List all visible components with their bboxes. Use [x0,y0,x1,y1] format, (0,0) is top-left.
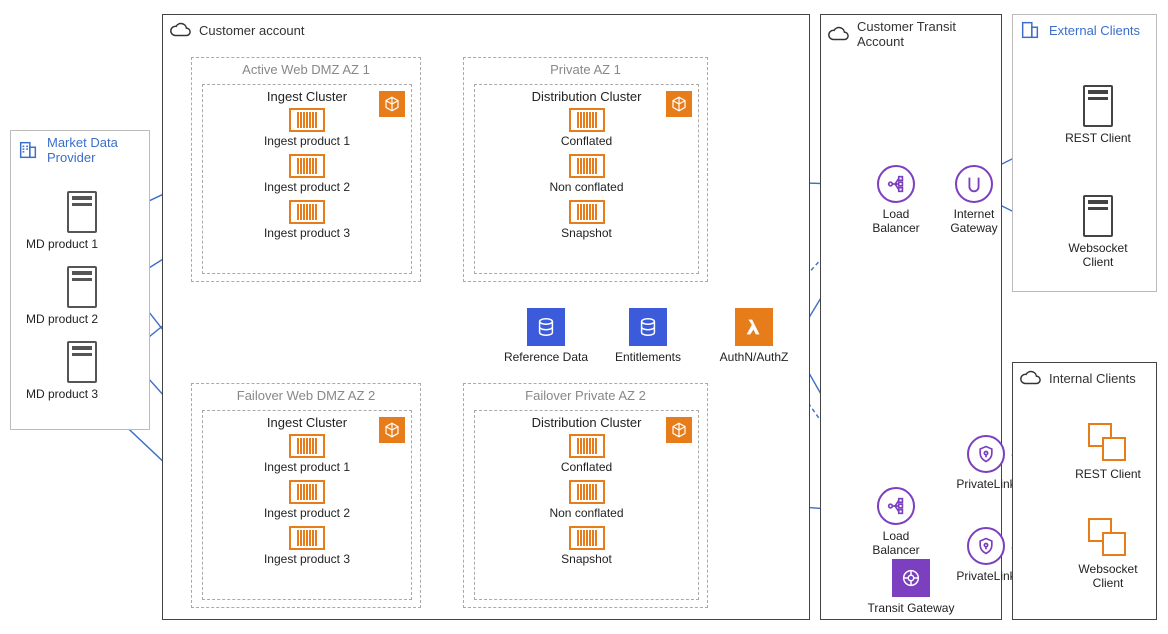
database-icon [629,308,667,346]
market-data-provider-container: Market Data Provider MD product 1 MD pro… [10,130,150,430]
office-icon [17,139,39,161]
container-service-icon [666,91,692,117]
server-icon [1083,85,1113,127]
container-service-icon [379,417,405,443]
office-icon [1019,19,1041,41]
external-clients-header: External Clients [1013,15,1156,45]
distribution-cluster-az1-title: Distribution Cluster [475,85,698,106]
server-icon [67,341,97,383]
conflated-az2: Conflated [475,434,698,474]
internal-clients-header: Internal Clients [1013,363,1156,393]
reference-data-node: Reference Data [501,308,591,364]
transit-account-container: Customer Transit Account Load Balancer I… [820,14,1002,620]
multi-instance-icon [1088,423,1128,463]
ingest-product-3-az2: Ingest product 3 [203,526,411,566]
md-product-1: MD product 1 [66,191,98,251]
cloud-icon [1019,367,1041,389]
authnz-node: AuthN/AuthZ [709,308,799,364]
server-icon [67,266,97,308]
load-balancer-icon [877,487,915,525]
container-service-icon [666,417,692,443]
container-icon [289,526,325,550]
distribution-cluster-az2-title: Distribution Cluster [475,411,698,432]
customer-account-header: Customer account [163,15,809,45]
ingest-product-3-az1: Ingest product 3 [203,200,411,240]
internet-gateway: Internet Gateway [939,165,1009,236]
external-clients-container: External Clients REST Client Websocket C… [1012,14,1157,292]
internal-clients-container: Internal Clients REST Client Websocket C… [1012,362,1157,620]
external-clients-title: External Clients [1049,23,1140,38]
internet-gateway-icon [955,165,993,203]
md-product-3-label: MD product 3 [26,387,98,401]
internal-ws-client: Websocket Client [1068,518,1148,591]
conflated-az1: Conflated [475,108,698,148]
container-icon [289,434,325,458]
external-ws-client: Websocket Client [1063,195,1133,270]
distribution-cluster-az1: Distribution Cluster Conflated Non confl… [474,84,699,274]
md-product-2: MD product 2 [66,266,98,326]
customer-account-title: Customer account [199,23,305,38]
container-icon [569,108,605,132]
distribution-cluster-az2: Distribution Cluster Conflated Non confl… [474,410,699,600]
transit-gateway: Transit Gateway [861,559,961,615]
privatelink-2: PrivateLink [951,527,1021,583]
container-icon [289,154,325,178]
ingest-cluster-az1: Ingest Cluster Ingest product 1 Ingest p… [202,84,412,274]
az2-priv-title: Failover Private AZ 2 [464,384,707,407]
external-rest-client: REST Client [1063,85,1133,145]
container-icon [569,200,605,224]
multi-instance-icon [1088,518,1128,558]
md-product-3: MD product 3 [66,341,98,401]
container-icon [289,480,325,504]
load-balancer-1: Load Balancer [861,165,931,236]
az2-priv-container: Failover Private AZ 2 Distribution Clust… [463,383,708,608]
snapshot-az1: Snapshot [475,200,698,240]
server-icon [1083,195,1113,237]
server-icon [67,191,97,233]
az1-web-title: Active Web DMZ AZ 1 [192,58,420,81]
privatelink-icon [967,435,1005,473]
market-data-provider-header: Market Data Provider [11,131,149,169]
ingest-cluster-az2: Ingest Cluster Ingest product 1 Ingest p… [202,410,412,600]
container-service-icon [379,91,405,117]
az1-web-container: Active Web DMZ AZ 1 Ingest Cluster Inges… [191,57,421,282]
container-icon [569,480,605,504]
container-icon [569,526,605,550]
md-product-2-label: MD product 2 [26,312,98,326]
az2-web-title: Failover Web DMZ AZ 2 [192,384,420,407]
internal-rest-client: REST Client [1068,423,1148,481]
az1-priv-title: Private AZ 1 [464,58,707,81]
database-icon [527,308,565,346]
az1-priv-container: Private AZ 1 Distribution Cluster Confla… [463,57,708,282]
load-balancer-icon [877,165,915,203]
internal-clients-title: Internal Clients [1049,371,1136,386]
cloud-icon [827,23,849,45]
lambda-icon [735,308,773,346]
container-icon [569,434,605,458]
transit-gateway-icon [892,559,930,597]
cloud-icon [169,19,191,41]
customer-account-container: Customer account Active Web DMZ AZ 1 Ing… [162,14,810,620]
container-icon [289,200,325,224]
market-data-provider-title: Market Data Provider [47,135,143,165]
md-product-1-label: MD product 1 [26,237,98,251]
entitlements-node: Entitlements [608,308,688,364]
non-conflated-az2: Non conflated [475,480,698,520]
ingest-product-2-az2: Ingest product 2 [203,480,411,520]
load-balancer-2: Load Balancer [861,487,931,558]
transit-account-header: Customer Transit Account [821,15,1001,53]
container-icon [289,108,325,132]
snapshot-az2: Snapshot [475,526,698,566]
transit-account-title: Customer Transit Account [857,19,995,49]
privatelink-icon [967,527,1005,565]
container-icon [569,154,605,178]
privatelink-1: PrivateLink [951,435,1021,491]
az2-web-container: Failover Web DMZ AZ 2 Ingest Cluster Ing… [191,383,421,608]
non-conflated-az1: Non conflated [475,154,698,194]
ingest-product-2-az1: Ingest product 2 [203,154,411,194]
